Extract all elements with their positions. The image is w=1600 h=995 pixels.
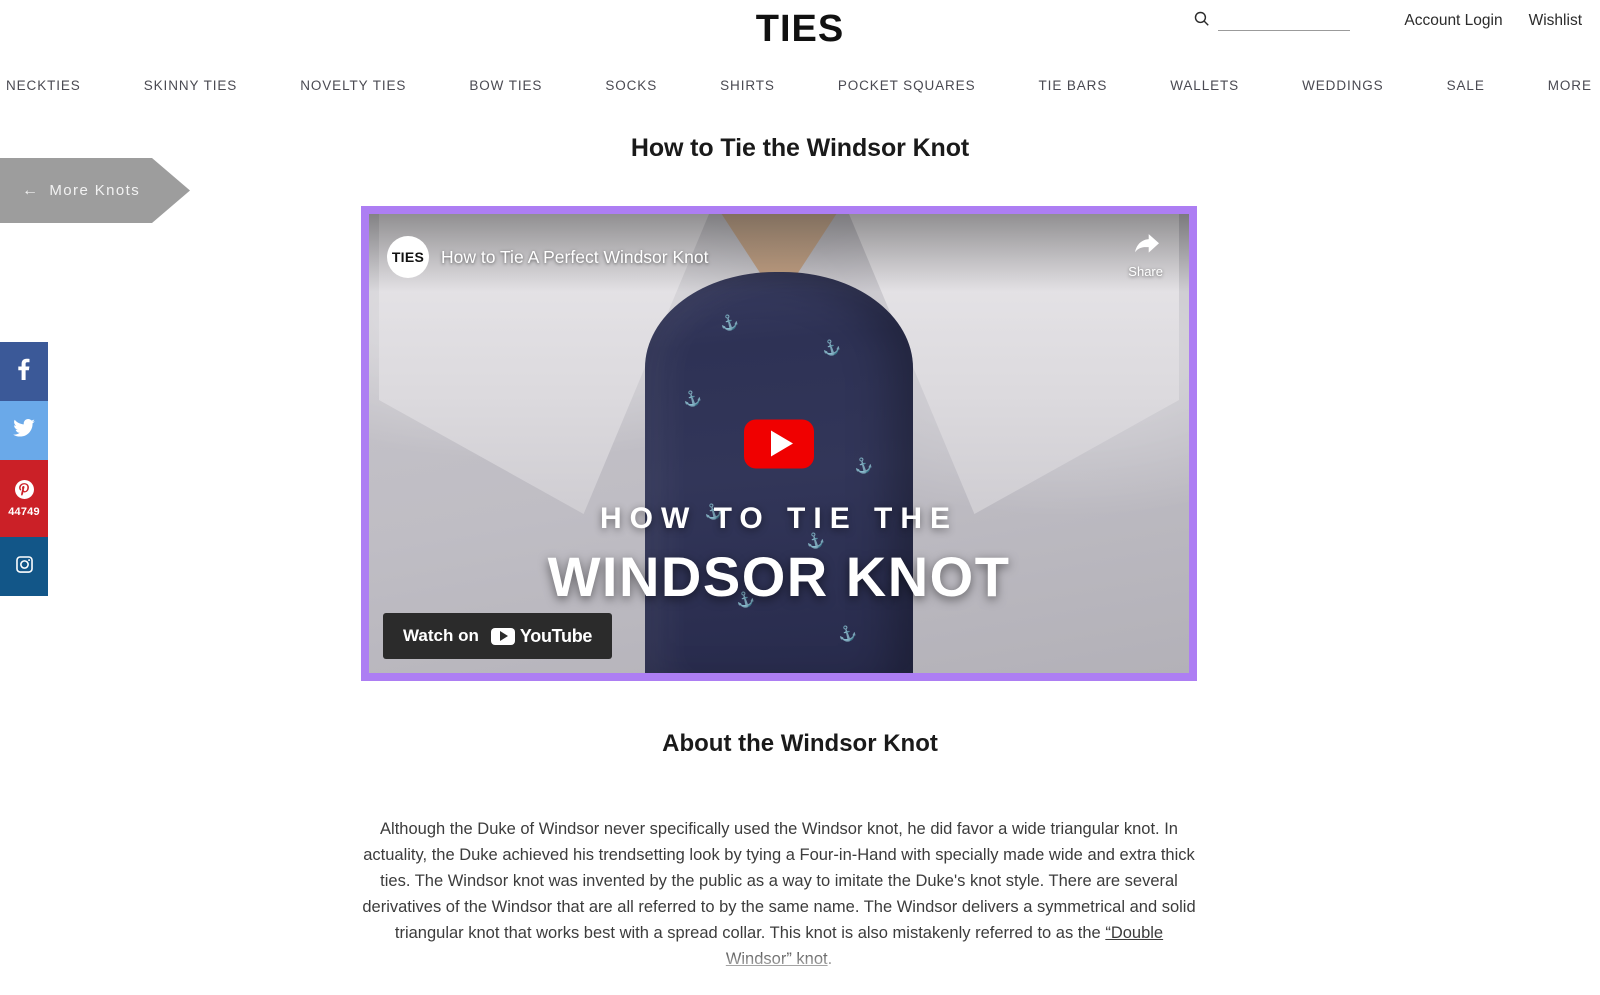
site-header: TIES Account Login Wishlist — [0, 0, 1600, 62]
nav-item-shirts[interactable]: SHIRTS — [718, 74, 777, 97]
social-button-twitter[interactable] — [0, 401, 48, 460]
share-label: Share — [1128, 264, 1163, 279]
nav-item-socks[interactable]: SOCKS — [603, 74, 659, 97]
more-knots-ribbon[interactable]: ← More Knots — [0, 158, 190, 223]
paragraph-text-part-2: . — [827, 950, 833, 968]
share-icon — [1133, 234, 1159, 261]
more-knots-label: More Knots — [49, 182, 141, 199]
account-login-link[interactable]: Account Login — [1404, 12, 1502, 30]
nav-item-bow-ties[interactable]: BOW TIES — [467, 74, 544, 97]
search-icon[interactable] — [1193, 10, 1210, 32]
nav-item-weddings[interactable]: WEDDINGS — [1300, 74, 1385, 97]
social-button-instagram[interactable] — [0, 537, 48, 596]
facebook-icon — [18, 358, 30, 385]
instagram-icon — [15, 555, 34, 579]
video-title[interactable]: How to Tie A Perfect Windsor Knot — [441, 247, 708, 268]
paragraph-text-part-1: Although the Duke of Windsor never speci… — [362, 820, 1196, 942]
youtube-wordmark: YouTube — [519, 625, 593, 646]
video-share-button[interactable]: Share — [1128, 234, 1163, 279]
search-input[interactable] — [1218, 11, 1351, 31]
youtube-play-triangle-icon — [499, 631, 508, 641]
nav-item-skinny-ties[interactable]: SKINNY TIES — [142, 74, 239, 97]
youtube-logo: YouTube — [490, 625, 593, 647]
social-share-rail: 44749 — [0, 342, 48, 596]
youtube-play-icon — [490, 627, 515, 645]
social-button-pinterest[interactable]: 44749 — [0, 460, 48, 537]
nav-item-wallets[interactable]: WALLETS — [1168, 74, 1241, 97]
nav-item-novelty-ties[interactable]: NOVELTY TIES — [298, 74, 408, 97]
watch-on-label: Watch on — [403, 626, 479, 645]
pinterest-icon — [14, 479, 34, 504]
main-navigation: NECKTIES SKINNY TIES NOVELTY TIES BOW TI… — [0, 62, 1600, 108]
play-button[interactable] — [744, 419, 814, 468]
pinterest-share-count: 44749 — [8, 505, 40, 518]
about-paragraph: Although the Duke of Windsor never speci… — [361, 816, 1197, 972]
nav-item-sale[interactable]: SALE — [1445, 74, 1487, 97]
page-title: How to Tie the Windsor Knot — [630, 134, 970, 162]
arrow-left-icon: ← — [22, 181, 40, 199]
nav-item-neckties[interactable]: NECKTIES — [4, 74, 83, 97]
nav-item-more[interactable]: MORE — [1546, 74, 1594, 97]
wishlist-link[interactable]: Wishlist — [1529, 12, 1582, 30]
video-title-row: TIES How to Tie A Perfect Windsor Knot — [387, 236, 708, 278]
play-triangle-icon — [770, 430, 793, 457]
nav-item-pocket-squares[interactable]: POCKET SQUARES — [836, 74, 978, 97]
channel-avatar[interactable]: TIES — [387, 236, 429, 278]
watch-on-youtube-button[interactable]: Watch on YouTube — [383, 613, 613, 659]
nav-item-tie-bars[interactable]: TIE BARS — [1037, 74, 1110, 97]
about-section-title: About the Windsor Knot — [662, 730, 938, 757]
video-player[interactable]: ⚓ ⚓ ⚓ ⚓ ⚓ ⚓ ⚓ ⚓ ⚓ TIES How to Tie A Perf… — [361, 206, 1197, 681]
ribbon-label-group: ← More Knots — [0, 182, 140, 199]
necktie-shape: ⚓ ⚓ ⚓ ⚓ ⚓ ⚓ ⚓ ⚓ ⚓ — [645, 272, 913, 673]
twitter-icon — [13, 419, 35, 442]
search-box[interactable] — [1193, 10, 1351, 32]
header-utility-nav: Account Login Wishlist — [1193, 10, 1582, 32]
social-button-facebook[interactable] — [0, 342, 48, 401]
